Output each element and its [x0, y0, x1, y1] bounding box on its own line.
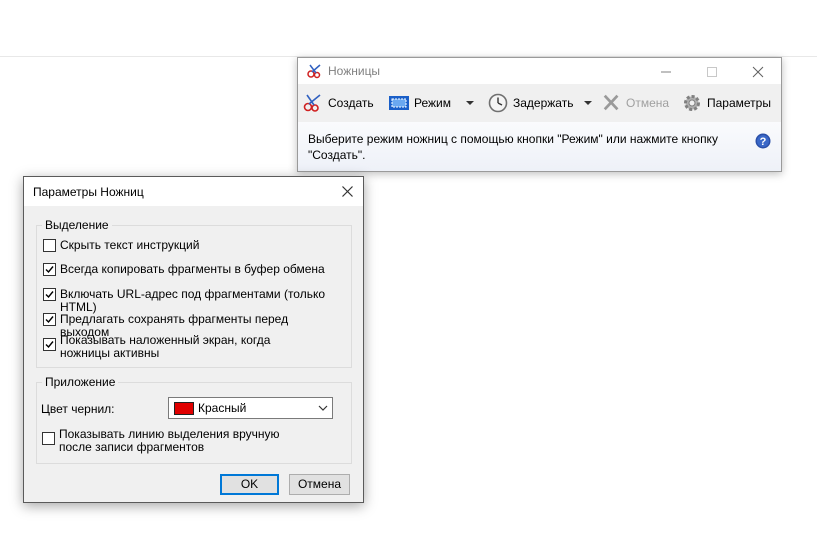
checkmark-icon	[45, 266, 54, 274]
checkbox-label: Скрыть текст инструкций	[60, 238, 200, 252]
options-label: Параметры	[707, 96, 771, 110]
checkbox-label: Включать URL-адрес под фрагментами (толь…	[60, 287, 326, 314]
minimize-button[interactable]	[643, 58, 689, 84]
maximize-button[interactable]	[689, 58, 735, 84]
dialog-title: Параметры Ножниц	[33, 185, 144, 199]
checkbox-box[interactable]	[42, 432, 55, 445]
instruction-panel: Выберите режим ножниц с помощью кнопки "…	[298, 122, 781, 171]
checkbox-box[interactable]	[43, 313, 56, 326]
close-button[interactable]	[735, 58, 781, 84]
cancel-snip-button[interactable]: Отмена	[602, 93, 669, 113]
help-icon[interactable]: ?	[755, 133, 771, 149]
checkmark-icon	[45, 316, 54, 324]
checkmark-icon	[45, 291, 54, 299]
checkmark-icon	[45, 341, 54, 349]
delay-label: Задержать	[513, 96, 574, 110]
mode-label: Режим	[414, 96, 451, 110]
checkbox-label: Показывать наложенный экран, когда ножни…	[60, 333, 271, 360]
checkbox-label: Показывать линию выделения вручную после…	[59, 427, 280, 454]
ink-color-swatch	[174, 402, 194, 415]
minimize-icon	[661, 71, 671, 73]
new-snip-label: Создать	[328, 96, 374, 110]
scissors-icon	[307, 64, 321, 79]
close-icon	[752, 66, 764, 78]
checkbox-box[interactable]	[43, 288, 56, 301]
include-url-checkbox[interactable]: Включать URL-адрес под фрагментами (толь…	[43, 288, 330, 314]
gear-icon	[684, 95, 700, 111]
selection-group: Выделение Скрыть текст инструкций Всегда…	[36, 218, 352, 368]
ok-button[interactable]: OK	[220, 474, 279, 495]
rectangle-mode-icon	[389, 96, 409, 110]
clock-icon	[488, 93, 508, 113]
options-button[interactable]: Параметры	[681, 93, 771, 113]
selection-group-label: Выделение	[42, 218, 112, 232]
instruction-text: Выберите режим ножниц с помощью кнопки "…	[308, 132, 718, 162]
new-snip-button[interactable]: Создать	[302, 93, 374, 113]
ink-color-label: Цвет чернил:	[41, 402, 115, 416]
options-dialog: Параметры Ножниц Выделение Скрыть текст …	[23, 176, 364, 503]
scissors-icon	[303, 94, 321, 112]
application-group-label: Приложение	[42, 375, 119, 389]
mode-dropdown-arrow-icon[interactable]	[464, 94, 476, 112]
snipping-tool-titlebar[interactable]: Ножницы	[298, 58, 781, 84]
snipping-tool-window: Ножницы Создать Режим Задержать Отмена П…	[297, 57, 782, 172]
svg-text:?: ?	[760, 136, 767, 148]
delay-dropdown-arrow-icon[interactable]	[582, 94, 594, 112]
checkbox-box[interactable]	[43, 338, 56, 351]
window-title: Ножницы	[328, 64, 381, 78]
delay-button[interactable]: Задержать	[487, 93, 573, 113]
checkbox-box[interactable]	[43, 239, 56, 252]
cancel-x-icon	[603, 94, 619, 111]
cancel-snip-label: Отмена	[626, 96, 670, 110]
chevron-down-icon	[318, 405, 328, 411]
hide-instructions-checkbox[interactable]: Скрыть текст инструкций	[43, 239, 199, 252]
checkbox-label: Всегда копировать фрагменты в буфер обме…	[60, 262, 325, 276]
cancel-button[interactable]: Отмена	[289, 474, 350, 495]
ink-color-value: Красный	[198, 401, 247, 415]
checkbox-box[interactable]	[43, 263, 56, 276]
options-dialog-titlebar[interactable]: Параметры Ножниц	[24, 177, 363, 206]
dialog-close-button[interactable]	[331, 177, 363, 206]
maximize-icon	[707, 67, 717, 78]
close-icon	[341, 186, 353, 198]
show-selection-line-checkbox[interactable]: Показывать линию выделения вручную после…	[42, 428, 314, 454]
show-overlay-checkbox[interactable]: Показывать наложенный экран, когда ножни…	[43, 334, 310, 360]
always-copy-checkbox[interactable]: Всегда копировать фрагменты в буфер обме…	[43, 263, 325, 276]
snipping-toolbar: Создать Режим Задержать Отмена Параметры	[298, 84, 781, 122]
ink-color-select[interactable]: Красный	[168, 397, 333, 419]
mode-button[interactable]: Режим	[388, 93, 451, 113]
